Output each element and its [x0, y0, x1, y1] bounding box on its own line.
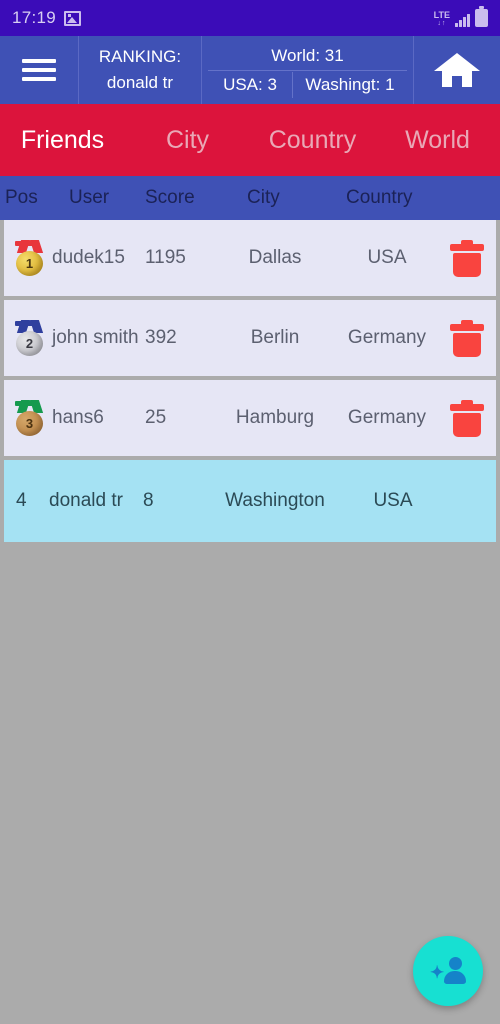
signal-bars-icon	[455, 14, 470, 27]
tab-world[interactable]: World	[375, 126, 500, 155]
table-row[interactable]: 1 dudek15 1195 Dallas USA	[4, 220, 496, 296]
table-header: Pos User Score City Country	[0, 176, 500, 220]
hamburger-menu-button[interactable]	[0, 36, 79, 104]
row-score: 392	[145, 327, 177, 348]
table-row-current-user[interactable]: 4 donald tr 8 Washington USA	[4, 460, 496, 542]
tab-country[interactable]: Country	[250, 126, 375, 155]
row-user: donald tr	[49, 490, 123, 511]
trash-icon	[449, 399, 484, 437]
lte-indicator: LTE ↓↑	[433, 10, 450, 28]
city-rank-stat: Washingt: 1	[305, 74, 395, 94]
row-user: dudek15	[52, 247, 125, 268]
hamburger-menu-icon	[22, 54, 56, 86]
trash-icon	[449, 319, 484, 357]
medal-number: 3	[16, 411, 43, 436]
medal-number: 1	[16, 251, 43, 276]
row-country: Germany	[347, 327, 427, 348]
row-country: Germany	[347, 407, 427, 428]
home-button[interactable]	[414, 36, 500, 104]
row-score: 1195	[145, 247, 186, 268]
country-rank-stat: USA: 3	[208, 71, 293, 98]
column-header-city: City	[247, 187, 280, 208]
data-arrows-icon: ↓↑	[437, 20, 447, 27]
row-user: hans6	[52, 407, 104, 428]
status-bar-left: 17:19	[12, 8, 82, 28]
status-bar: 17:19 LTE ↓↑	[0, 0, 500, 36]
column-header-score: Score	[145, 187, 195, 208]
silver-medal-icon: 2	[13, 320, 47, 356]
medal-number: 2	[16, 331, 43, 356]
ranking-label: RANKING:	[98, 47, 182, 66]
tab-bar: Friends City Country World	[0, 104, 500, 176]
ranking-block: RANKING: donald tr	[79, 36, 202, 104]
row-country: USA	[373, 490, 413, 511]
trash-icon	[449, 239, 484, 277]
bronze-medal-icon: 3	[13, 400, 47, 436]
image-icon	[64, 10, 82, 26]
status-bar-right: LTE ↓↑	[433, 6, 488, 28]
ranking-user: donald tr	[106, 73, 174, 92]
delete-row-button[interactable]	[439, 220, 494, 296]
row-position: 3	[13, 380, 53, 456]
column-header-pos: Pos	[5, 187, 38, 208]
table-row[interactable]: 3 hans6 25 Hamburg Germany	[4, 380, 496, 456]
stats-block: World: 31 USA: 3 Washingt: 1	[202, 36, 414, 104]
lte-label: LTE	[433, 10, 450, 20]
delete-row-button[interactable]	[439, 300, 494, 376]
delete-row-button[interactable]	[439, 380, 494, 456]
app-bar: RANKING: donald tr World: 31 USA: 3 Wash…	[0, 36, 500, 104]
row-city: Washington	[225, 490, 325, 511]
row-city: Dallas	[248, 247, 302, 268]
gold-medal-icon: 1	[13, 240, 47, 276]
row-score: 8	[143, 490, 154, 511]
world-rank-stat: World: 31	[208, 43, 407, 71]
row-city: Hamburg	[235, 407, 315, 428]
column-header-user: User	[69, 187, 110, 208]
tab-friends[interactable]: Friends	[0, 126, 125, 155]
local-rank-stats: USA: 3 Washingt: 1	[208, 71, 407, 98]
row-position: 2	[13, 300, 53, 376]
row-position: 1	[13, 220, 53, 296]
tab-city[interactable]: City	[125, 126, 250, 155]
table-row[interactable]: 2 john smith 392 Berlin Germany	[4, 300, 496, 376]
add-friend-button[interactable]: ✦	[413, 936, 483, 1006]
row-city: Berlin	[250, 327, 300, 348]
row-score: 25	[145, 407, 167, 428]
column-header-country: Country	[346, 187, 413, 208]
row-country: USA	[367, 247, 407, 268]
status-time: 17:19	[12, 8, 57, 27]
battery-icon	[475, 6, 488, 27]
add-person-icon: ✦	[430, 957, 466, 985]
home-icon	[434, 53, 480, 87]
leaderboard-list: 1 dudek15 1195 Dallas USA 2 john smith 3…	[0, 220, 500, 542]
row-user: john smith	[52, 327, 139, 348]
